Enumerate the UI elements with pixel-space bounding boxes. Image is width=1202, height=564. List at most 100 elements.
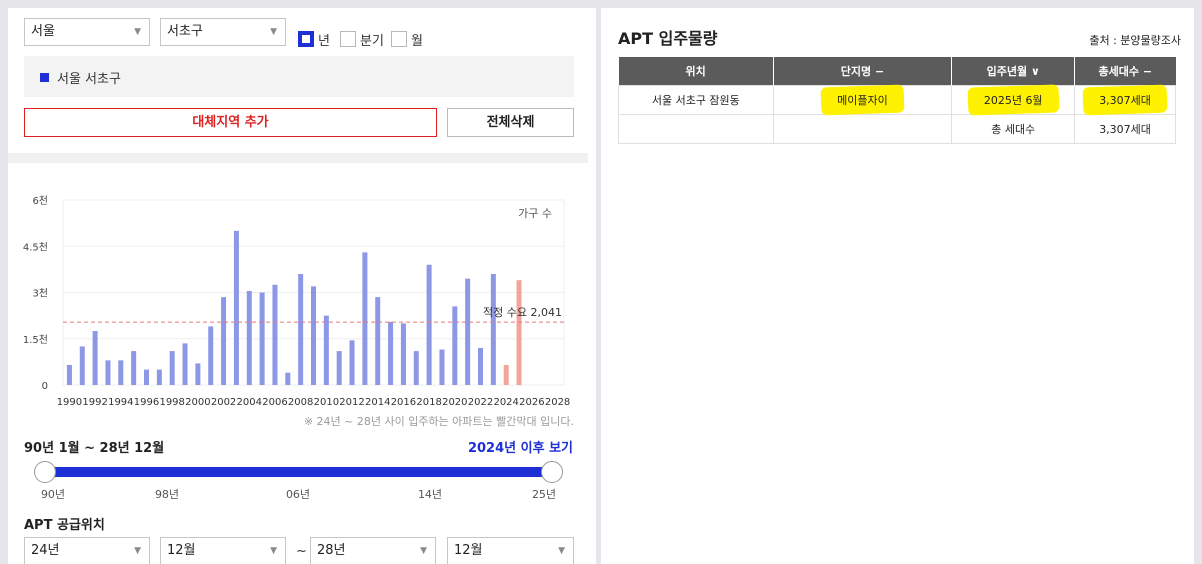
bar-2010: [323, 315, 329, 385]
year-range-slider-track[interactable]: [45, 467, 552, 477]
bar-1997: [156, 369, 162, 385]
from-month-select[interactable]: 12월 ▼: [160, 537, 286, 564]
from-year-value: 24년: [31, 543, 60, 558]
bar-2000: [195, 363, 201, 385]
bar-1998: [169, 351, 175, 385]
bar-1990: [66, 364, 72, 385]
x-tick-label: 2024: [493, 397, 518, 408]
complex-name: 메이플자이: [837, 93, 888, 107]
range-separator: ~: [296, 544, 307, 559]
cell-complex[interactable]: 메이플자이: [772, 84, 953, 115]
selected-region-label[interactable]: 서울 서초구: [57, 68, 121, 87]
unit-count: 3,307세대: [1099, 93, 1151, 107]
view-after-2024-link[interactable]: 2024년 이후 보기: [468, 437, 573, 456]
slider-tick: 14년: [417, 488, 443, 501]
bar-2002: [221, 297, 227, 385]
chevron-down-icon: ▼: [270, 27, 277, 37]
chart-legend: 가구 수: [518, 207, 552, 220]
slider-handle-start[interactable]: [34, 461, 56, 483]
bar-2008: [298, 274, 304, 385]
cell-empty: [618, 113, 774, 144]
apt-source: 출처 : 분양물량조사: [1089, 34, 1181, 47]
x-tick-label: 1998: [159, 397, 184, 408]
x-tick-label: 2010: [314, 397, 339, 408]
slider-tick: 25년: [531, 488, 557, 501]
left-panel: 서울 ▼ 서초구 ▼ 년 분기 월 서울 서초구 대체지역 추가 전체삭제 01…: [8, 8, 596, 564]
chart-note: ※ 24년 ~ 28년 사이 입주하는 아파트는 빨간막대 입니다.: [303, 415, 574, 428]
range-title: 90년 1월 ~ 28년 12월: [24, 441, 165, 456]
move-in-date: 2025년 6월: [983, 93, 1043, 107]
period-month-label: 월: [411, 34, 423, 49]
table-total-row: 총 세대수 3,307세대: [618, 113, 1176, 144]
x-tick-label: 1994: [108, 397, 133, 408]
cell-empty: [772, 113, 953, 144]
bar-2017: [413, 351, 419, 385]
x-tick-label: 2026: [519, 397, 544, 408]
x-tick-label: 1992: [82, 397, 107, 408]
to-month-select[interactable]: 12월 ▼: [447, 537, 574, 564]
bar-2018: [426, 264, 432, 385]
y-tick-label: 4.5천: [23, 241, 48, 253]
to-year-select[interactable]: 28년 ▼: [310, 537, 436, 564]
district-select[interactable]: 서초구 ▼: [160, 18, 286, 46]
table-row: 서울 서초구 잠원동 메이플자이 2025년 6월 3,307세대: [618, 84, 1176, 115]
slider-tick: 06년: [285, 488, 311, 501]
highlight-mark: 3,307세대: [1093, 90, 1157, 110]
period-quarter-checkbox[interactable]: [340, 31, 356, 47]
bar-1999: [182, 343, 188, 385]
bar-2006: [272, 284, 278, 385]
y-tick-label: 3천: [32, 288, 48, 300]
x-tick-label: 2002: [211, 397, 236, 408]
x-tick-label: 2000: [185, 397, 210, 408]
slider-handle-end[interactable]: [541, 461, 563, 483]
right-panel: APT 입주물량 출처 : 분양물량조사 위치 단지명 − 입주년월 ∨ 총세대…: [601, 8, 1194, 564]
y-tick-label: 1.5천: [23, 334, 48, 346]
bar-2007: [285, 372, 291, 385]
x-tick-label: 2014: [365, 397, 390, 408]
highlight-mark: 메이플자이: [831, 90, 894, 110]
total-label: 총 세대수: [951, 113, 1076, 144]
cell-location: 서울 서초구 잠원동: [618, 84, 774, 115]
x-tick-label: 2006: [262, 397, 287, 408]
from-year-select[interactable]: 24년 ▼: [24, 537, 150, 564]
district-select-value: 서초구: [167, 24, 203, 39]
col-complex-header[interactable]: 단지명 −: [772, 57, 952, 85]
bar-2009: [311, 286, 316, 385]
from-month-value: 12월: [167, 543, 196, 558]
bar-2004: [246, 290, 252, 385]
total-units: 3,307세대: [1074, 113, 1176, 144]
highlight-mark: 2025년 6월: [978, 90, 1049, 110]
supply-location-title: APT 공급위치: [24, 518, 105, 533]
city-select-value: 서울: [31, 24, 55, 39]
delete-all-button[interactable]: 전체삭제: [447, 108, 574, 137]
x-tick-label: 1996: [134, 397, 159, 408]
bar-2016: [400, 323, 406, 385]
chevron-down-icon: ▼: [134, 27, 141, 37]
bar-2015: [388, 321, 394, 385]
col-units-header[interactable]: 총세대수 −: [1074, 57, 1176, 85]
col-date-header[interactable]: 입주년월 ∨: [951, 57, 1075, 85]
x-tick-label: 2022: [468, 397, 493, 408]
bar-2020: [452, 306, 458, 385]
bar-1995: [131, 351, 137, 385]
bar-1996: [144, 369, 149, 385]
selected-region-box: 서울 서초구: [24, 56, 574, 97]
bar-2003: [233, 230, 239, 385]
period-year-checkbox[interactable]: [298, 31, 314, 47]
bar-1992: [92, 331, 98, 385]
period-month-checkbox[interactable]: [391, 31, 407, 47]
bar-2019: [439, 349, 445, 385]
apt-title: APT 입주물량: [618, 29, 718, 48]
add-region-button[interactable]: 대체지역 추가: [24, 108, 437, 137]
supply-bar-chart: 01.5천3천4.5천6천1990 1992 1994 1996 1998 2000 200…: [23, 195, 570, 408]
chevron-down-icon: ▼: [558, 546, 565, 556]
x-tick-label: 2016: [391, 397, 416, 408]
city-select[interactable]: 서울 ▼: [24, 18, 150, 46]
bar-2001: [208, 326, 214, 385]
bar-2021: [465, 278, 471, 385]
bar-1994: [118, 360, 124, 385]
cell-date: 2025년 6월: [951, 84, 1076, 115]
table-header-row: 위치 단지명 − 입주년월 ∨ 총세대수 −: [618, 57, 1176, 85]
slider-tick: 98년: [154, 488, 180, 501]
bar-2005: [259, 292, 265, 385]
